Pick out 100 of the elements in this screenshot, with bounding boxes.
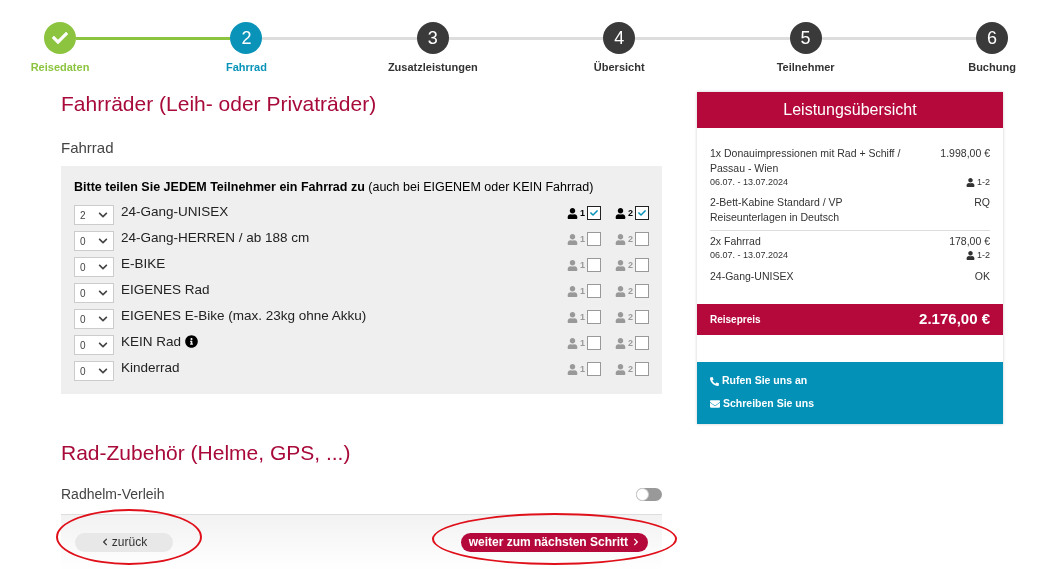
summary-value: OK — [974, 268, 990, 284]
participant-number: 2 — [628, 206, 633, 220]
participant-number: 1 — [579, 310, 585, 324]
back-button[interactable]: zurück — [75, 532, 173, 552]
person-icon — [566, 259, 578, 271]
option-label: Radhelm-Verleih — [61, 485, 165, 505]
participant-number: 1 — [579, 232, 585, 246]
step-label: Teilnehmer — [776, 60, 835, 75]
step-label: Buchung — [968, 60, 1016, 75]
person-icon — [566, 337, 578, 349]
contact-link[interactable]: Rufen Sie uns an — [722, 373, 808, 389]
checkbox[interactable] — [635, 336, 649, 351]
person-icon — [615, 259, 626, 271]
quantity-select[interactable]: 2 — [74, 205, 114, 226]
step-number: 4 — [614, 26, 625, 50]
participant-number: 2 — [628, 284, 633, 298]
quantity-select[interactable]: 0 — [74, 257, 114, 278]
date-range: 06.07. - 13.07.2024 — [710, 175, 789, 189]
participant-range: 1-2 — [977, 249, 990, 262]
checkbox[interactable] — [635, 232, 649, 247]
check-icon — [590, 209, 598, 218]
participant-number: 1 — [579, 362, 585, 376]
checkbox[interactable] — [587, 362, 601, 377]
bike-name: EIGENES Rad — [121, 281, 210, 300]
check-icon — [638, 209, 646, 218]
section-title: Fahrräder (Leih- oder Privaträder) — [61, 90, 378, 117]
checkbox[interactable] — [587, 310, 601, 325]
step-number: 5 — [800, 26, 811, 50]
step-label: Zusatzleistungen — [387, 60, 478, 75]
summary-item: 1x Donauimpressionen mit Rad + Schiff / Passau - Wien — [710, 145, 902, 176]
quantity-select[interactable]: 0 — [74, 231, 114, 252]
person-icon — [615, 363, 626, 375]
bike-name: 24-Gang-HERREN / ab 188 cm — [121, 229, 310, 248]
person-icon — [566, 311, 578, 323]
participant-range: 1-2 — [977, 175, 990, 189]
instruction-text: Bitte teilen Sie JEDEM Teilnehmer ein Fahrrad zu (auch bei EIGENEM oder KEIN Fahrrad) — [74, 178, 595, 196]
bike-name: E-BIKE — [121, 255, 166, 274]
section-title: Rad-Zubehör (Helme, GPS, ...) — [61, 440, 352, 467]
quantity-select[interactable]: 0 — [74, 309, 114, 330]
phone-icon — [710, 376, 719, 386]
participant-number: 2 — [628, 232, 633, 246]
summary-item: 24-Gang-UNISEX — [710, 268, 795, 284]
person-icon — [966, 177, 975, 187]
info-icon[interactable] — [185, 335, 199, 349]
checkbox[interactable] — [587, 336, 601, 351]
person-icon — [566, 233, 578, 245]
chevron-left-icon — [100, 538, 109, 547]
checkbox[interactable] — [635, 258, 649, 273]
summary-item: 2-Bett-Kabine Standard / VP — [710, 195, 844, 210]
participant-number: 1 — [579, 258, 585, 272]
quantity-select[interactable]: 0 — [74, 335, 114, 356]
quantity-select[interactable]: 0 — [74, 361, 114, 382]
person-icon — [615, 311, 626, 323]
bike-name: Kinderrad — [121, 359, 180, 378]
summary-value: RQ — [974, 195, 990, 210]
step-number: 3 — [427, 26, 438, 50]
bike-name: 24-Gang-UNISEX — [121, 203, 229, 222]
total-label: Reisepreis — [710, 312, 761, 327]
checkbox[interactable] — [635, 284, 649, 299]
person-icon — [566, 363, 578, 375]
participant-number: 1 — [579, 336, 585, 350]
checkbox[interactable] — [587, 206, 601, 221]
section-subtitle: Fahrrad — [61, 138, 115, 158]
summary-value: 1.998,00 € — [940, 145, 990, 161]
checkbox[interactable] — [587, 232, 601, 247]
summary-title: Leistungsübersicht — [697, 91, 1003, 128]
bike-name: EIGENES E-Bike (max. 23kg ohne Akku) — [121, 307, 367, 326]
person-icon — [615, 233, 626, 245]
quantity-select[interactable]: 0 — [74, 283, 114, 304]
participant-number: 2 — [628, 362, 633, 376]
summary-value: 178,00 € — [949, 234, 990, 249]
check-icon — [52, 30, 68, 46]
mail-icon — [710, 398, 720, 409]
contact-link[interactable]: Schreiben Sie uns — [723, 396, 815, 412]
checkbox[interactable] — [587, 258, 601, 273]
date-range: 06.07. - 13.07.2024 — [710, 249, 789, 262]
checkbox[interactable] — [587, 284, 601, 299]
person-icon — [966, 251, 975, 261]
participant-number: 2 — [628, 310, 633, 324]
checkbox[interactable] — [635, 310, 649, 325]
bike-name: KEIN Rad — [121, 333, 182, 352]
participant-number: 1 — [579, 284, 585, 298]
person-icon — [566, 207, 578, 219]
step-number: 6 — [987, 26, 998, 50]
next-button[interactable]: weiter zum nächsten Schritt — [460, 532, 648, 552]
person-icon — [615, 207, 626, 219]
toggle-switch[interactable] — [636, 488, 662, 502]
chevron-right-icon — [632, 538, 640, 547]
person-icon — [615, 285, 626, 297]
step-label: Fahrrad — [225, 60, 267, 75]
step-label: Reisedaten — [30, 60, 90, 75]
step-number: 2 — [241, 26, 252, 50]
participant-number: 1 — [579, 206, 585, 220]
checkbox[interactable] — [635, 362, 649, 377]
checkbox[interactable] — [635, 206, 649, 221]
person-icon — [615, 337, 626, 349]
participant-number: 2 — [628, 258, 633, 272]
participant-number: 2 — [628, 336, 633, 350]
step-label: Übersicht — [593, 60, 645, 75]
person-icon — [566, 285, 578, 297]
